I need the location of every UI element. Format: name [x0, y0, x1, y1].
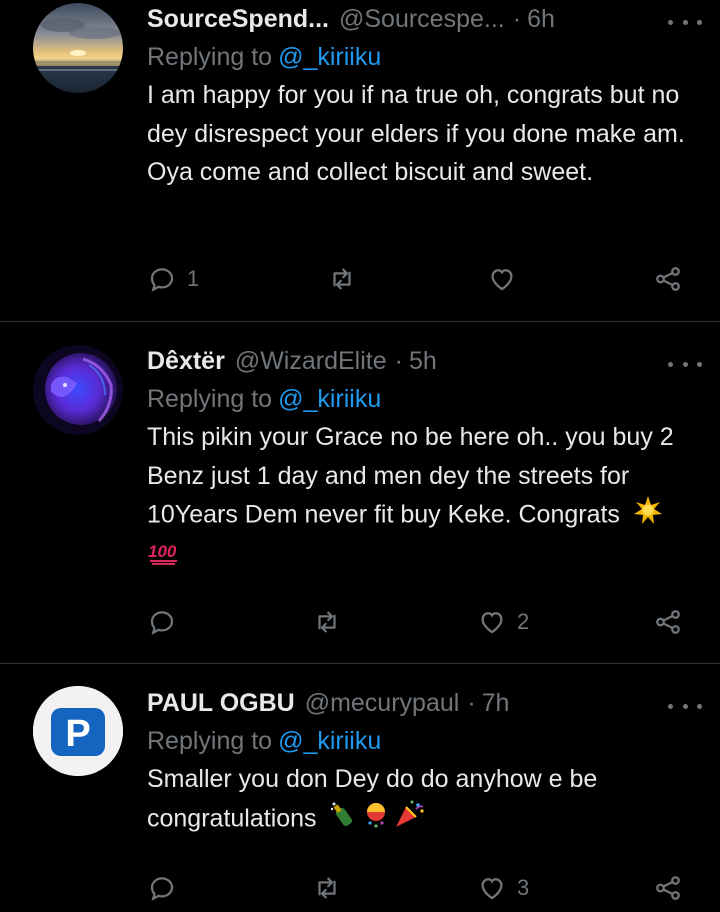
tweet-text: I am happy for you if na true oh, congra…	[147, 81, 685, 186]
reply-button[interactable]	[147, 868, 187, 908]
more-options-icon[interactable]	[668, 354, 702, 374]
replying-to-line: Replying to @_kiriiku	[147, 382, 696, 416]
share-button[interactable]	[653, 868, 683, 908]
separator: ·	[512, 5, 522, 33]
timestamp[interactable]: 5h	[409, 344, 437, 378]
tweet-2[interactable]: Dêxtër @WizardElite · 5h Replying to @_ki…	[0, 322, 720, 664]
handle[interactable]: @WizardElite	[235, 344, 387, 378]
tweet-3[interactable]: P PAUL OGBU @mecurypaul · 7h Replying to…	[0, 664, 720, 912]
display-name[interactable]: SourceSpend...	[147, 2, 329, 36]
tweet-text-wrapper: Smaller you don Dey do do anyhow e be co…	[147, 760, 696, 840]
sun-emoji	[631, 495, 665, 537]
replying-to-link[interactable]: @_kiriiku	[278, 385, 381, 413]
more-options-icon[interactable]	[668, 12, 702, 32]
retweet-icon	[333, 268, 351, 290]
heart-icon	[481, 612, 503, 634]
retweet-icon	[318, 877, 336, 899]
reply-feed: SourceSpend... @Sourcespe... · 6h Replyi…	[0, 0, 720, 912]
tweet-actions: 1	[147, 259, 687, 299]
handle[interactable]: @mecurypaul	[305, 686, 460, 720]
reply-count: 1	[187, 266, 200, 291]
tweet-body: PAUL OGBU @mecurypaul · 7h Replying to @_…	[147, 686, 696, 840]
avatar[interactable]	[33, 345, 123, 435]
reply-button[interactable]	[147, 602, 187, 642]
like-count: 2	[517, 609, 530, 634]
replying-to-link[interactable]: @_kiriiku	[278, 43, 381, 71]
retweet-button[interactable]	[327, 259, 367, 299]
avatar[interactable]	[33, 3, 123, 93]
avatar-letter: P	[65, 713, 90, 755]
share-icon	[656, 876, 680, 900]
share-button[interactable]	[653, 259, 683, 299]
tweet-text: This pikin your Grace no be here oh.. yo…	[147, 423, 674, 529]
separator: ·	[467, 689, 476, 717]
share-button[interactable]	[653, 602, 683, 642]
retweet-icon	[318, 611, 336, 633]
like-button[interactable]	[487, 259, 527, 299]
reply-icon	[150, 268, 174, 292]
heart-icon	[491, 269, 513, 291]
replying-to-line: Replying to @_kiriiku	[147, 40, 696, 74]
replying-to-link[interactable]: @_kiriiku	[278, 727, 381, 755]
replying-to-line: Replying to @_kiriiku	[147, 724, 696, 758]
like-count: 3	[517, 875, 530, 900]
tweet-header: Dêxtër @WizardElite · 5h	[147, 344, 696, 378]
tweet-body: Dêxtër @WizardElite · 5h Replying to @_ki…	[147, 344, 696, 578]
letter-p-avatar-image: P	[33, 686, 123, 776]
party-popper-emoji	[392, 799, 426, 841]
display-name[interactable]: Dêxtër	[147, 344, 225, 378]
reply-icon	[150, 877, 174, 901]
tweet-body: SourceSpend... @Sourcespe... · 6h Replyi…	[147, 2, 696, 192]
replying-prefix: Replying to	[147, 43, 273, 71]
heart-icon	[481, 878, 503, 900]
sunset-sea-avatar-image	[33, 3, 123, 93]
like-button[interactable]: 3	[477, 868, 529, 908]
retweet-button[interactable]	[312, 602, 352, 642]
hundred-points-emoji: 100	[147, 537, 181, 579]
like-button[interactable]: 2	[477, 602, 529, 642]
timestamp[interactable]: 7h	[482, 686, 510, 720]
purple-lion-avatar-image	[33, 345, 123, 435]
separator: ·	[394, 347, 403, 375]
handle[interactable]: @Sourcespe...	[339, 2, 505, 36]
retweet-button[interactable]	[312, 868, 352, 908]
share-icon	[656, 610, 680, 634]
tweet-header: PAUL OGBU @mecurypaul · 7h	[147, 686, 696, 720]
replying-prefix: Replying to	[147, 385, 273, 413]
svg-text:100: 100	[148, 542, 177, 561]
avatar[interactable]: P	[33, 686, 123, 776]
more-options-icon[interactable]	[668, 696, 702, 716]
reply-icon	[150, 611, 174, 635]
tweet-header: SourceSpend... @Sourcespe... · 6h	[147, 2, 696, 36]
reply-button[interactable]: 1	[147, 259, 199, 299]
tweet-text-wrapper: This pikin your Grace no be here oh.. yo…	[147, 418, 696, 578]
share-icon	[656, 267, 680, 291]
display-name[interactable]: PAUL OGBU	[147, 686, 295, 720]
timestamp[interactable]: 6h	[527, 2, 555, 36]
tweet-actions: 2	[147, 602, 687, 642]
tweet-1[interactable]: SourceSpend... @Sourcespe... · 6h Replyi…	[0, 0, 720, 322]
replying-prefix: Replying to	[147, 727, 273, 755]
tweet-actions: 3	[147, 868, 687, 908]
confetti-ball-emoji	[360, 799, 392, 841]
champagne-emoji	[328, 799, 360, 841]
